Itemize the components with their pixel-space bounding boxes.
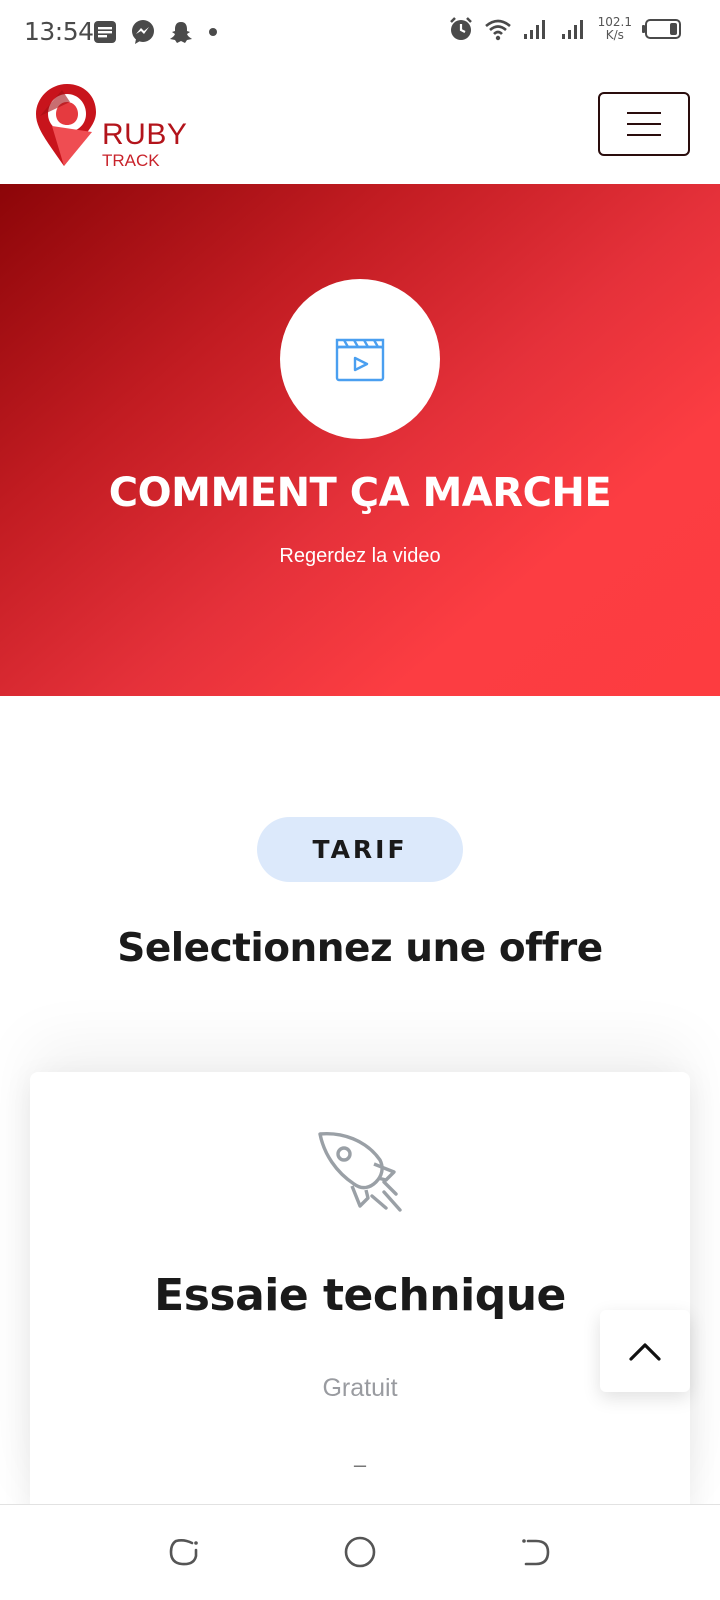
card-dash: –	[353, 1452, 367, 1477]
home-button[interactable]	[340, 1532, 380, 1572]
wifi-icon	[484, 19, 511, 41]
messenger-icon	[132, 20, 154, 44]
video-clapperboard-icon	[335, 338, 385, 382]
signal-icon	[561, 20, 583, 39]
status-bar: 13:54 102.1 K/s	[0, 0, 720, 66]
chevron-up-icon	[629, 1343, 661, 1361]
status-time: 13:54	[24, 17, 94, 46]
hero-section	[0, 184, 720, 696]
network-speed: 102.1 K/s	[598, 16, 632, 42]
battery-icon	[642, 19, 681, 39]
alarm-icon	[449, 17, 472, 40]
status-notifications	[92, 19, 220, 45]
card-price: Gratuit	[322, 1374, 398, 1402]
hamburger-line	[627, 123, 661, 125]
hamburger-menu-icon	[627, 112, 661, 114]
play-video-button[interactable]	[280, 279, 440, 439]
rocket-icon	[318, 1132, 402, 1212]
card-title: Essaie technique	[154, 1270, 566, 1321]
back-button[interactable]	[516, 1532, 556, 1572]
recent-apps-icon	[169, 1539, 198, 1566]
hamburger-line	[627, 134, 661, 136]
hero-subtitle[interactable]: Regerdez la video	[0, 545, 720, 568]
notes-icon	[94, 21, 116, 43]
tarif-badge: TARIF	[257, 817, 463, 882]
back-icon	[522, 1539, 550, 1566]
snapchat-icon	[170, 22, 192, 43]
dot-icon	[209, 28, 217, 36]
hero-title: COMMENT ÇA MARCHE	[108, 470, 612, 516]
logo-text-track: TRACK	[102, 151, 160, 170]
recent-apps-button[interactable]	[164, 1532, 204, 1572]
logo-text-ruby: RUBY	[102, 118, 188, 151]
speed-unit: K/s	[605, 28, 624, 42]
hamburger-menu-button[interactable]	[598, 92, 690, 156]
pricing-section-title: Selectionnez une offre	[117, 926, 603, 971]
scroll-to-top-button[interactable]	[600, 1310, 690, 1392]
home-icon	[344, 1536, 376, 1568]
status-system-icons: 102.1 K/s	[448, 16, 682, 42]
signal-icon	[523, 20, 545, 39]
